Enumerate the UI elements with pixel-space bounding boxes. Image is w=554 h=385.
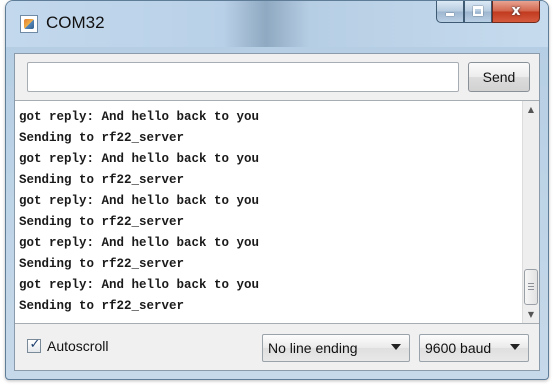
serial-monitor-window: COM32 x Send got reply: And hello back t… — [5, 0, 549, 380]
minimize-icon — [446, 13, 454, 16]
line-ending-select[interactable]: No line ending — [262, 334, 410, 362]
serial-log: got reply: And hello back to you Sending … — [19, 107, 259, 317]
log-line: Sending to rf22_server — [19, 257, 185, 271]
log-line: got reply: And hello back to you — [19, 110, 260, 124]
checkmark-icon: ✓ — [29, 337, 41, 352]
maximize-button[interactable] — [464, 1, 492, 23]
serial-monitor-icon — [20, 15, 38, 33]
arrow-up-icon[interactable]: ▲ — [523, 101, 539, 118]
baud-rate-value: 9600 baud — [425, 340, 492, 356]
log-line: Sending to rf22_server — [19, 215, 185, 229]
scrollbar-thumb[interactable] — [524, 269, 538, 305]
autoscroll-control[interactable]: ✓ Autoscroll — [27, 337, 109, 354]
grip-line — [528, 289, 534, 290]
line-ending-value: No line ending — [268, 340, 358, 356]
log-line: Sending to rf22_server — [19, 131, 185, 145]
title-bar[interactable]: COM32 x — [6, 1, 548, 47]
send-button[interactable]: Send — [468, 62, 530, 92]
log-line: got reply: And hello back to you — [19, 278, 260, 292]
log-line: got reply: And hello back to you — [19, 152, 260, 166]
baud-rate-select[interactable]: 9600 baud — [419, 334, 529, 362]
minimize-button[interactable] — [436, 1, 464, 23]
chevron-down-icon — [391, 344, 401, 350]
send-input[interactable] — [27, 62, 459, 92]
log-line: got reply: And hello back to you — [19, 194, 260, 208]
arrow-down-icon[interactable]: ▼ — [523, 306, 539, 323]
autoscroll-checkbox[interactable]: ✓ — [27, 337, 41, 353]
grip-line — [528, 286, 534, 287]
close-button[interactable]: x — [492, 1, 540, 23]
chevron-down-icon — [510, 344, 520, 350]
maximize-icon — [473, 6, 483, 16]
log-line: Sending to rf22_server — [19, 299, 185, 313]
log-line: Sending to rf22_server — [19, 173, 185, 187]
window-title: COM32 — [46, 13, 105, 32]
close-icon: x — [511, 3, 521, 19]
window-controls: x — [436, 1, 540, 25]
bottom-toolbar: ✓ Autoscroll No line ending 9600 baud — [15, 326, 539, 370]
log-line: got reply: And hello back to you — [19, 236, 260, 250]
grip-line — [528, 283, 534, 284]
serial-output[interactable]: got reply: And hello back to you Sending … — [15, 100, 539, 324]
autoscroll-label: Autoscroll — [47, 338, 109, 354]
vertical-scrollbar[interactable]: ▲ ▼ — [522, 101, 539, 323]
client-area: Send got reply: And hello back to you Sen… — [14, 53, 540, 371]
